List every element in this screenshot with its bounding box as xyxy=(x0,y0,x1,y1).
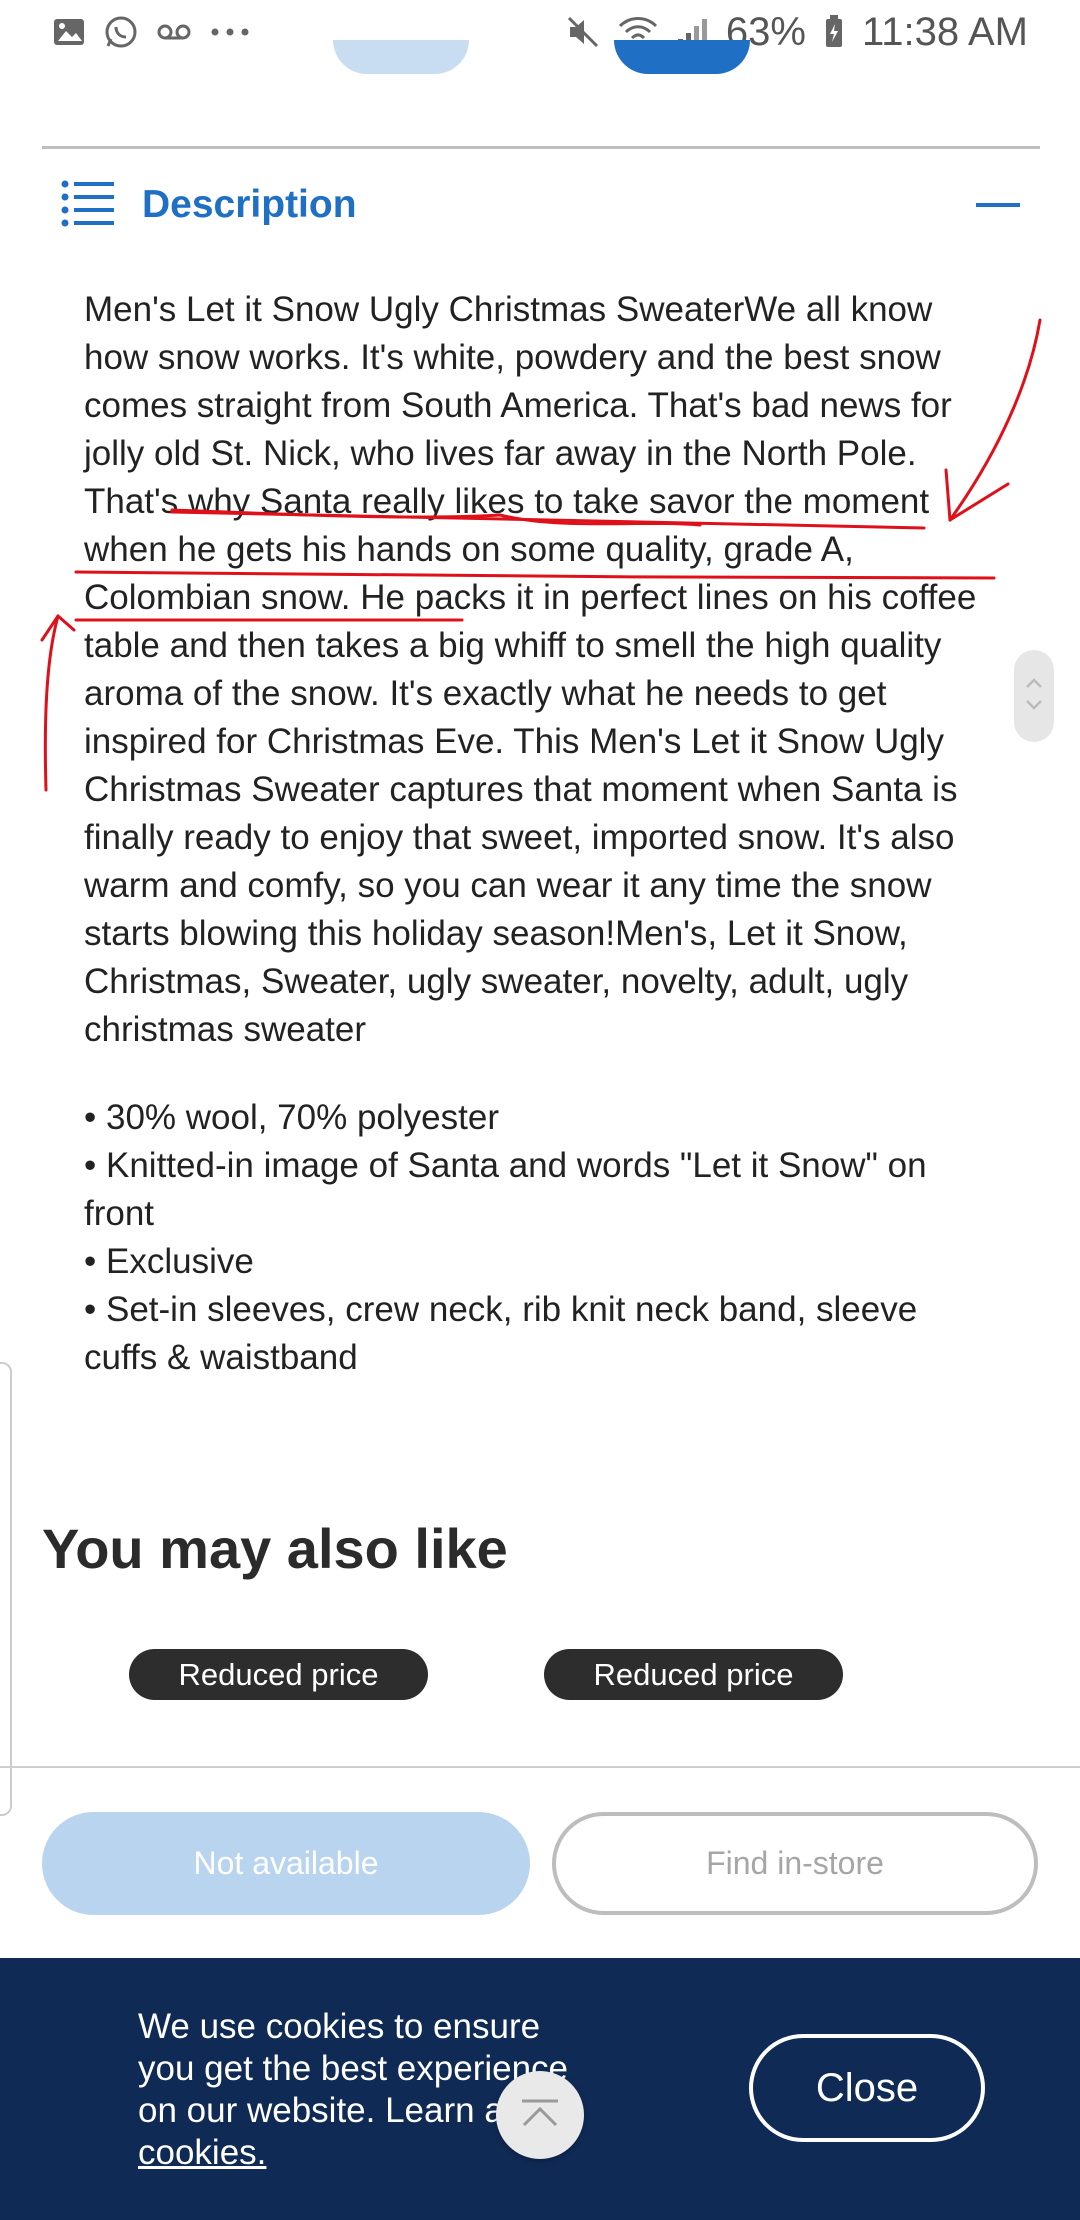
battery-icon xyxy=(824,15,844,49)
description-title: Description xyxy=(142,183,357,226)
whatsapp-icon xyxy=(104,15,138,49)
back-to-top-button[interactable] xyxy=(496,2071,584,2159)
list-item: • 30% wool, 70% polyester xyxy=(84,1098,499,1137)
list-icon xyxy=(60,178,116,233)
action-bar-divider xyxy=(0,1766,1080,1768)
close-button[interactable]: Close xyxy=(749,2034,985,2142)
clock: 11:38 AM xyxy=(861,9,1028,54)
more-icon xyxy=(210,27,250,37)
feature-list: • 30% wool, 70% polyester • Knitted-in i… xyxy=(84,1094,984,1382)
chevron-up-icon xyxy=(518,2097,562,2134)
mute-icon xyxy=(566,15,600,49)
section-divider xyxy=(42,146,1040,149)
scrollbar-thumb[interactable] xyxy=(1014,650,1054,742)
status-bar: 63% 11:38 AM xyxy=(0,0,1080,64)
list-item: • Set-in sleeves, crew neck, rib knit ne… xyxy=(84,1290,918,1377)
description-header[interactable]: Description xyxy=(60,170,1020,240)
reduced-price-badge: Reduced price xyxy=(544,1649,843,1700)
not-available-button[interactable]: Not available xyxy=(42,1812,530,1915)
description-text: Men's Let it Snow Ugly Christmas Sweater… xyxy=(84,290,977,1049)
chevron-up-icon xyxy=(1025,676,1043,694)
list-item: • Knitted-in image of Santa and words "L… xyxy=(84,1146,927,1233)
side-edge xyxy=(0,1362,12,1816)
reduced-price-badge: Reduced price xyxy=(129,1649,428,1700)
partial-tab-right[interactable] xyxy=(614,40,750,74)
chevron-down-icon xyxy=(1025,698,1043,716)
find-in-store-button[interactable]: Find in-store xyxy=(552,1812,1038,1915)
list-item: • Exclusive xyxy=(84,1242,254,1281)
partial-tab-left[interactable] xyxy=(333,40,469,74)
cookies-link[interactable]: cookies. xyxy=(138,2133,266,2172)
voicemail-icon xyxy=(156,22,192,42)
gallery-icon xyxy=(52,17,86,47)
also-like-title: You may also like xyxy=(42,1517,508,1580)
status-bar-left xyxy=(52,15,250,49)
collapse-icon[interactable] xyxy=(976,190,1020,220)
